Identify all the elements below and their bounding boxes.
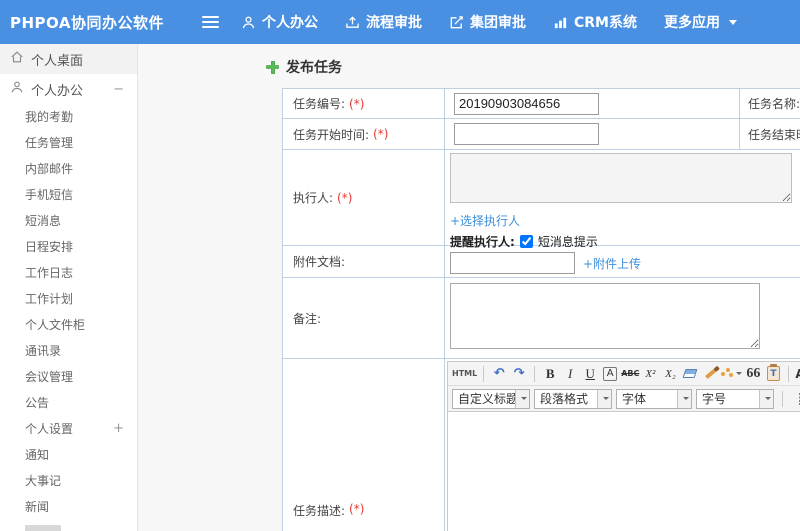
sidebar-item-meeting-management[interactable]: 会议管理: [0, 364, 137, 390]
edit-square-icon: [449, 15, 464, 30]
nav-workflow-approval[interactable]: 流程审批: [345, 12, 422, 32]
plus-icon: [266, 60, 279, 74]
sidebar-item-partial[interactable]: [25, 525, 61, 531]
undo-icon[interactable]: ↶: [490, 365, 508, 383]
sidebar-item-schedule[interactable]: 日程安排: [0, 234, 137, 260]
sidebar-item-work-plan[interactable]: 工作计划: [0, 286, 137, 312]
sidebar-item-personal-settings[interactable]: 个人设置 +: [0, 416, 137, 442]
attachment-upload-link[interactable]: +附件上传: [583, 255, 641, 272]
sidebar-item-personal-file-cabinet[interactable]: 个人文件柜: [0, 312, 137, 338]
form-row-description: 任务描述: (*) HTML ↶ ↷ B I U A ABC X² X₂ 66 …: [283, 359, 800, 531]
form-row-executor: 执行人: (*) +选择执行人 提醒执行人: 短消息提示: [283, 150, 800, 249]
expand-icon[interactable]: +: [113, 416, 124, 442]
sidebar-item-announcement[interactable]: 公告: [0, 390, 137, 416]
html-source-button[interactable]: HTML: [452, 365, 477, 383]
caret-down-icon: [759, 389, 773, 408]
strikethrough-button[interactable]: ABC: [621, 365, 639, 383]
app-logo: PHPOA协同办公软件: [10, 13, 164, 32]
eraser-icon[interactable]: [681, 365, 699, 383]
publish-task-form: 任务编号:(*) 任务名称:(*) 任务开始时间:(*) 任务结束时间:(*): [282, 88, 800, 531]
page-header: 发布任务: [266, 57, 342, 77]
sidebar-item-work-log[interactable]: 工作日志: [0, 260, 137, 286]
page-title: 发布任务: [286, 60, 342, 76]
editor-toolbar-bottom: 自定义标题 段落格式 字体 字号: [448, 386, 800, 412]
attachment-label: 附件文档:: [283, 246, 445, 277]
task-no-input[interactable]: [454, 92, 599, 115]
editor-toolbar-top: HTML ↶ ↷ B I U A ABC X² X₂ 66 T: [448, 362, 800, 386]
choose-executor-link[interactable]: +选择执行人: [450, 212, 520, 229]
start-time-label: 任务开始时间: (*): [283, 119, 445, 149]
task-no-label: 任务编号: (*): [283, 89, 445, 118]
superscript-button[interactable]: X²: [641, 365, 659, 383]
task-name-label: 任务名称:(*): [748, 97, 800, 111]
paste-icon[interactable]: T: [764, 364, 782, 383]
font-size-select[interactable]: 字号: [696, 388, 774, 409]
sidebar-item-my-attendance[interactable]: 我的考勤: [0, 104, 137, 130]
underline-button[interactable]: U: [581, 365, 599, 383]
bar-chart-icon: [553, 15, 568, 30]
bold-button[interactable]: B: [541, 365, 559, 383]
sidebar-item-internal-mail[interactable]: 内部邮件: [0, 156, 137, 182]
user-icon: [241, 15, 256, 30]
form-row-remark: 备注:: [283, 278, 800, 359]
main-content: 发布任务 任务编号:(*) 任务名称:(*) 任务开始时间:(*): [138, 44, 800, 531]
user-icon: [10, 80, 24, 98]
description-label: 任务描述: (*): [283, 359, 445, 531]
executor-textarea[interactable]: [450, 153, 792, 203]
start-time-input[interactable]: [454, 123, 599, 145]
menu-toggle-icon[interactable]: [198, 9, 223, 35]
executor-label: 执行人: (*): [283, 150, 445, 245]
attachment-input[interactable]: [450, 252, 575, 274]
topbar: PHPOA协同办公软件 个人办公 流程审批 集团审批 CRM系统 更多应用: [0, 0, 800, 44]
remark-label: 备注:: [283, 278, 445, 358]
blockquote-button[interactable]: 66: [744, 365, 762, 383]
sidebar-item-news[interactable]: 新闻: [0, 494, 137, 520]
sidebar: 个人桌面 个人办公 − 我的考勤 任务管理 内部邮件 手机短信 短消息 日程安排…: [0, 44, 138, 531]
nav-crm-system[interactable]: CRM系统: [553, 12, 637, 32]
redo-icon[interactable]: ↷: [510, 365, 528, 383]
sidebar-item-milestones[interactable]: 大事记: [0, 468, 137, 494]
nav-group-approval[interactable]: 集团审批: [449, 12, 526, 32]
form-row-start-time: 任务开始时间:(*) 任务结束时间:(*): [283, 119, 800, 150]
sidebar-item-notice[interactable]: 通知: [0, 442, 137, 468]
font-family-select[interactable]: 字体: [616, 388, 692, 409]
sidebar-item-personal-office[interactable]: 个人办公 −: [0, 74, 137, 104]
home-icon: [10, 50, 24, 68]
font-color-button[interactable]: A: [795, 365, 800, 383]
font-border-button[interactable]: A: [603, 366, 618, 381]
sidebar-item-mobile-sms[interactable]: 手机短信: [0, 182, 137, 208]
paragraph-format-select[interactable]: 段落格式: [534, 388, 612, 409]
caret-down-icon: [729, 19, 737, 25]
collapse-icon[interactable]: −: [113, 82, 124, 97]
caret-down-icon: [597, 389, 611, 408]
nav-personal-office[interactable]: 个人办公: [241, 12, 318, 32]
workflow-icon: [345, 15, 360, 30]
subscript-button[interactable]: X₂: [661, 365, 679, 383]
caret-down-icon: [515, 389, 529, 408]
sidebar-item-task-management[interactable]: 任务管理: [0, 130, 137, 156]
sidebar-item-address-book[interactable]: 通讯录: [0, 338, 137, 364]
remark-textarea[interactable]: [450, 283, 760, 349]
format-brush-icon[interactable]: [701, 365, 719, 383]
sidebar-item-personal-desktop[interactable]: 个人桌面: [0, 44, 137, 74]
custom-title-select[interactable]: 自定义标题: [452, 388, 530, 409]
end-time-label: 任务结束时间:(*): [748, 127, 800, 142]
caret-down-icon: [677, 389, 691, 408]
rich-text-editor: HTML ↶ ↷ B I U A ABC X² X₂ 66 T 自定义标题 段落…: [447, 361, 800, 531]
top-navigation: 个人办公 流程审批 集团审批 CRM系统 更多应用: [241, 12, 764, 32]
editor-content-area[interactable]: [448, 412, 800, 531]
highlight-color-icon[interactable]: [721, 365, 743, 383]
italic-button[interactable]: I: [561, 365, 579, 383]
form-row-task-no: 任务编号:(*) 任务名称:(*): [283, 89, 800, 119]
form-row-attachment: 附件文档: +附件上传: [283, 246, 800, 278]
nav-more-apps[interactable]: 更多应用: [664, 12, 737, 32]
sidebar-item-short-message[interactable]: 短消息: [0, 208, 137, 234]
